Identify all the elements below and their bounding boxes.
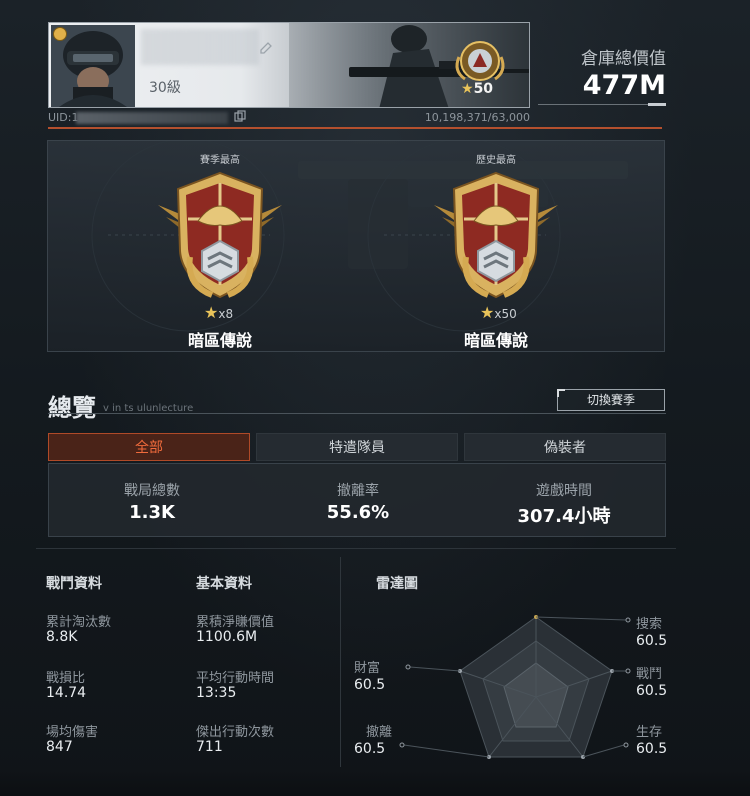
uid-divider: [48, 127, 662, 129]
avatar-badge: [53, 27, 67, 41]
summary-value: 55.6%: [326, 502, 390, 523]
history-rank-name: 暗區傳說: [463, 331, 528, 350]
uid-label: UID:1: [48, 111, 79, 124]
legend-medal-icon: [434, 171, 558, 299]
season-best-rank[interactable]: 賽季最高 ★x8 暗區傳說: [120, 141, 320, 351]
warehouse-underline-accent: [648, 103, 666, 106]
stats-area: 戰鬥資料 累計淘汰數 8.8K 戰損比 14.74 場均傷害 847 基本資料 …: [36, 548, 676, 767]
history-best-title: 歷史最高: [476, 155, 516, 166]
avatar[interactable]: [51, 25, 135, 107]
radar-value-survival: 60.5: [636, 741, 668, 757]
radar-label-survival: 生存: [636, 725, 663, 740]
history-medal-count: ★x50: [480, 303, 517, 322]
warehouse-underline: [538, 104, 666, 105]
rank-panel: 賽季最高 ★x8 暗區傳說 歷史最高 ★x50 暗區傳說: [47, 140, 665, 352]
warehouse-value: 477M: [582, 70, 666, 101]
star-icon: ★: [204, 303, 219, 322]
radar-value-wealth: 60.5: [354, 677, 386, 693]
history-best-rank[interactable]: 歷史最高 ★x50 暗區傳說: [396, 141, 596, 351]
summary-extract-rate: 撤離率 55.6%: [255, 464, 461, 538]
legend-medal-icon: [158, 171, 282, 299]
radar-value-combat: 60.5: [636, 683, 668, 699]
copy-icon[interactable]: [234, 110, 246, 125]
summary-box: 戰局總數 1.3K 撤離率 55.6% 遊戲時間 307.4小時: [48, 463, 666, 537]
overview-divider: [48, 413, 666, 414]
summary-playtime: 遊戲時間 307.4小時: [461, 464, 667, 538]
radar-label-combat: 戰鬥: [636, 667, 663, 682]
star-icon: ★: [480, 303, 495, 322]
summary-label: 戰局總數: [124, 483, 180, 499]
radar-label-extract: 撤離: [366, 725, 393, 740]
radar-value-search: 60.5: [636, 633, 668, 649]
star-icon: ★: [461, 81, 474, 97]
role-tabs: 全部 特遣隊員 偽裝者: [48, 433, 666, 461]
tab-disguiser[interactable]: 偽裝者: [464, 433, 666, 461]
edit-icon[interactable]: [259, 41, 273, 55]
bottom-strip: [0, 770, 750, 796]
tab-operator[interactable]: 特遣隊員: [256, 433, 458, 461]
profile-card[interactable]: 30級 ★50: [48, 22, 530, 108]
overview-title: 總覽: [48, 394, 96, 422]
summary-value: 307.4小時: [517, 506, 611, 527]
player-level: 30級: [149, 80, 181, 96]
uid-row: UID:1 10,198,371/63,000: [48, 110, 530, 126]
season-medal-count: ★x8: [204, 303, 234, 322]
season-best-title: 賽季最高: [200, 155, 240, 166]
summary-value: 1.3K: [129, 502, 175, 523]
season-rank-name: 暗區傳說: [187, 331, 252, 350]
warehouse-value-label: 倉庫總價值: [581, 49, 666, 69]
player-name-redacted: [141, 29, 259, 65]
switch-season-button[interactable]: 切換賽季: [557, 389, 665, 411]
xp-progress-text: 10,198,371/63,000: [424, 111, 530, 124]
rank-star-count: ★50: [461, 81, 494, 97]
tab-all[interactable]: 全部: [48, 433, 250, 461]
summary-label: 撤離率: [337, 483, 379, 499]
radar-label-search: 搜索: [636, 617, 663, 632]
summary-matches: 戰局總數 1.3K: [49, 464, 255, 538]
summary-label: 遊戲時間: [536, 483, 592, 499]
uid-redacted: [76, 112, 228, 124]
radar-value-extract: 60.5: [354, 741, 386, 757]
radar-label-wealth: 財富: [354, 661, 381, 676]
